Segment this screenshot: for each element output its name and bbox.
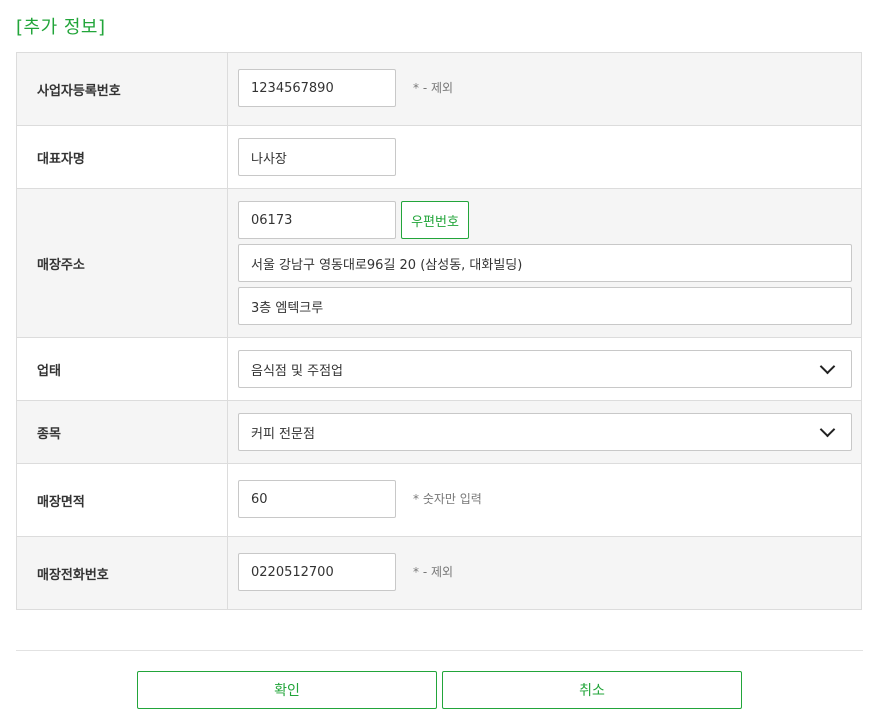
business-number-cell: * - 제외 <box>228 53 861 125</box>
store-phone-input[interactable] <box>238 553 396 591</box>
business-item-label: 종목 <box>17 401 228 463</box>
zipcode-input[interactable] <box>238 201 396 239</box>
store-area-hint: * 숫자만 입력 <box>413 492 482 506</box>
row-business-type: 업태 음식점 및 주점업 <box>17 338 861 401</box>
store-area-cell: * 숫자만 입력 <box>228 464 861 536</box>
address-line2-input[interactable] <box>238 287 852 325</box>
representative-cell <box>228 126 861 188</box>
chevron-down-icon <box>819 421 836 438</box>
store-address-label: 매장주소 <box>17 189 228 337</box>
row-business-number: 사업자등록번호 * - 제외 <box>17 53 861 126</box>
store-area-label: 매장면적 <box>17 464 228 536</box>
row-store-address: 매장주소 우편번호 <box>17 189 861 338</box>
representative-label: 대표자명 <box>17 126 228 188</box>
representative-input[interactable] <box>238 138 396 176</box>
store-phone-hint: * - 제외 <box>413 565 454 579</box>
store-phone-cell: * - 제외 <box>228 537 861 609</box>
chevron-down-icon <box>819 358 836 375</box>
cancel-button[interactable]: 취소 <box>442 671 742 709</box>
store-address-cell: 우편번호 <box>228 189 861 337</box>
business-number-label: 사업자등록번호 <box>17 53 228 125</box>
footer-divider <box>16 650 863 651</box>
business-type-select[interactable]: 음식점 및 주점업 <box>238 350 852 388</box>
business-item-select[interactable]: 커피 전문점 <box>238 413 852 451</box>
zipcode-search-button[interactable]: 우편번호 <box>401 201 469 239</box>
business-item-selected: 커피 전문점 <box>251 426 315 442</box>
store-phone-label: 매장전화번호 <box>17 537 228 609</box>
business-number-hint: * - 제외 <box>413 81 454 95</box>
business-type-label: 업태 <box>17 338 228 400</box>
business-number-input[interactable] <box>238 69 396 107</box>
row-store-phone: 매장전화번호 * - 제외 <box>17 537 861 610</box>
additional-info-form: 사업자등록번호 * - 제외 대표자명 매장주소 우편번호 업태 음식점 및 주… <box>16 52 862 610</box>
business-item-cell: 커피 전문점 <box>228 401 861 463</box>
row-business-item: 종목 커피 전문점 <box>17 401 861 464</box>
address-line1-input[interactable] <box>238 244 852 282</box>
business-type-cell: 음식점 및 주점업 <box>228 338 861 400</box>
section-title: [추가 정보] <box>16 17 106 38</box>
store-area-input[interactable] <box>238 480 396 518</box>
business-type-selected: 음식점 및 주점업 <box>251 363 343 379</box>
row-store-area: 매장면적 * 숫자만 입력 <box>17 464 861 537</box>
row-representative: 대표자명 <box>17 126 861 189</box>
confirm-button[interactable]: 확인 <box>137 671 437 709</box>
